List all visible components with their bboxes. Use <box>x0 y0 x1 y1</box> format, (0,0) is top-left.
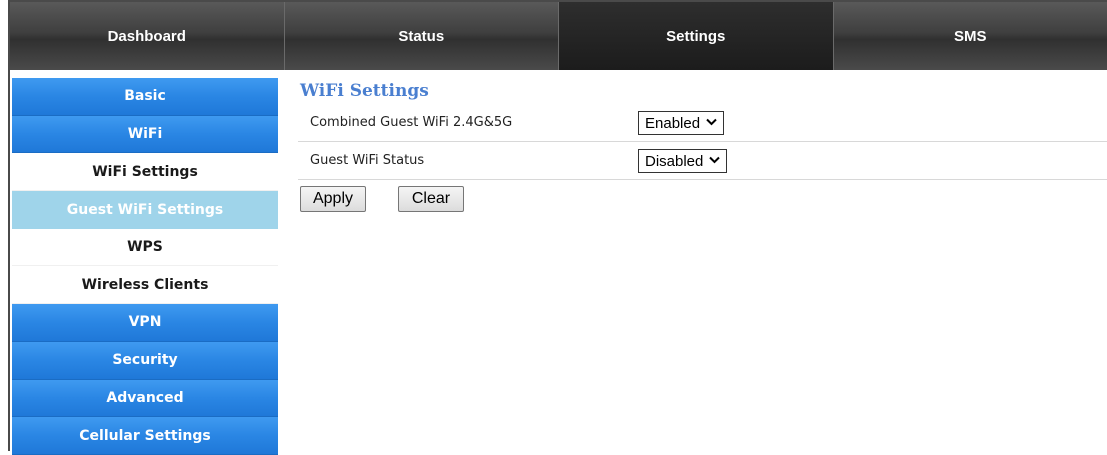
sidebar-item-wifi-settings[interactable]: WiFi Settings <box>12 153 278 191</box>
combined-guest-wifi-value: Enabled <box>645 115 700 132</box>
sidebar-item-guest-wifi-settings[interactable]: Guest WiFi Settings <box>12 191 278 229</box>
guest-wifi-status-label: Guest WiFi Status <box>310 153 424 168</box>
sidebar: Basic WiFi WiFi Settings Guest WiFi Sett… <box>12 78 278 455</box>
tab-dashboard[interactable]: Dashboard <box>10 2 285 70</box>
sidebar-item-vpn[interactable]: VPN <box>12 304 278 342</box>
app-frame: Dashboard Status Settings SMS Basic WiFi… <box>8 0 1107 451</box>
chevron-down-icon <box>706 117 717 129</box>
guest-wifi-status-select[interactable]: Disabled <box>638 149 727 173</box>
apply-button[interactable]: Apply <box>300 186 366 212</box>
tab-settings[interactable]: Settings <box>559 2 834 70</box>
setting-row-combined-guest-wifi: Combined Guest WiFi 2.4G&5G Enabled <box>298 104 1107 142</box>
sidebar-item-wireless-clients[interactable]: Wireless Clients <box>12 266 278 304</box>
guest-wifi-status-value: Disabled <box>645 153 703 170</box>
setting-row-guest-wifi-status: Guest WiFi Status Disabled <box>298 142 1107 180</box>
top-navigation: Dashboard Status Settings SMS <box>10 2 1107 70</box>
tab-sms[interactable]: SMS <box>834 2 1107 70</box>
sidebar-item-basic[interactable]: Basic <box>12 78 278 116</box>
main-content: WiFi Settings Combined Guest WiFi 2.4G&5… <box>298 78 1107 216</box>
tab-status[interactable]: Status <box>285 2 560 70</box>
chevron-down-icon <box>709 155 720 167</box>
combined-guest-wifi-label: Combined Guest WiFi 2.4G&5G <box>310 115 512 130</box>
clear-button[interactable]: Clear <box>398 186 464 212</box>
form-buttons: Apply Clear <box>298 180 1107 216</box>
sidebar-item-wifi[interactable]: WiFi <box>12 116 278 154</box>
sidebar-item-cellular-settings[interactable]: Cellular Settings <box>12 417 278 455</box>
page-title: WiFi Settings <box>300 78 1107 104</box>
sidebar-item-security[interactable]: Security <box>12 342 278 380</box>
combined-guest-wifi-select[interactable]: Enabled <box>638 111 724 135</box>
sidebar-item-wps[interactable]: WPS <box>12 229 278 267</box>
sidebar-item-advanced[interactable]: Advanced <box>12 380 278 418</box>
